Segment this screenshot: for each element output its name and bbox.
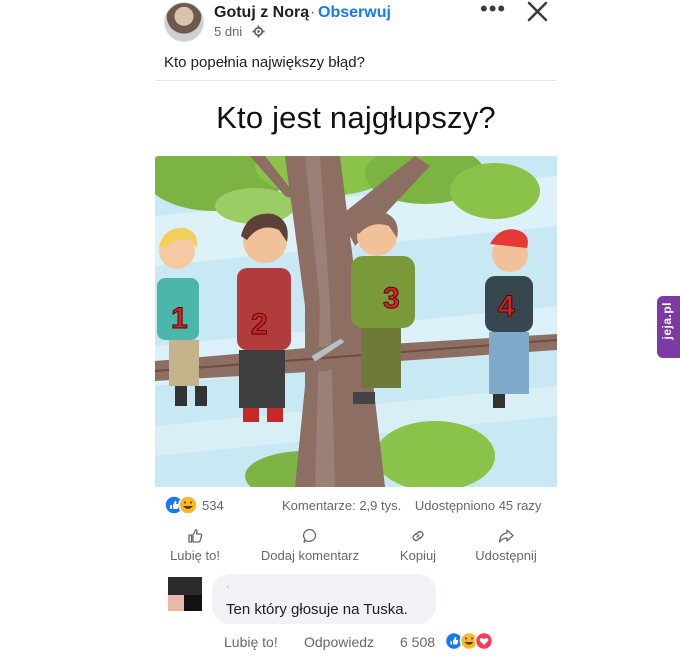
author-avatar[interactable] [164, 2, 204, 42]
follow-button[interactable]: Obserwuj [318, 4, 391, 22]
boy-number-1: 1 [171, 302, 188, 335]
boy-number-2: 2 [251, 308, 268, 341]
reaction-icons[interactable] [164, 495, 198, 515]
post-author-name[interactable]: Gotuj z Norą [214, 4, 309, 22]
shares-count[interactable]: Udostępniono 45 razy [415, 498, 541, 513]
link-icon [412, 530, 424, 542]
comment-button[interactable]: Dodaj komentarz [260, 528, 360, 563]
engagement-stats: Komentarze: 2,9 tys. Udostępniono 45 raz… [282, 498, 551, 513]
share-label: Udostępnij [475, 548, 537, 563]
post-image[interactable]: 1 2 3 4 [155, 156, 557, 487]
copy-label: Kopiuj [399, 548, 437, 563]
jeja-watermark: jeja.pl [657, 296, 680, 358]
boy-number-3: 3 [383, 282, 400, 315]
share-icon [498, 529, 514, 543]
thumbs-up-icon [188, 529, 203, 543]
comment-like-button[interactable]: Lubię to! [224, 634, 278, 650]
divider [155, 80, 557, 81]
comment-icon [302, 528, 317, 543]
comment-reaction-count[interactable]: 6 508 [400, 634, 435, 650]
header-separator: · [310, 4, 316, 21]
comment-label: Dodaj komentarz [260, 548, 360, 563]
comment-meta: · [226, 582, 229, 591]
comments-count[interactable]: Komentarze: 2,9 tys. [282, 498, 401, 513]
image-headline: Kto jest najgłupszy? [216, 100, 496, 135]
commenter-avatar[interactable] [164, 577, 202, 611]
like-label: Lubię to! [170, 548, 220, 563]
comment-reaction-icons[interactable] [445, 631, 493, 651]
share-button[interactable]: Udostępnij [456, 528, 556, 563]
more-options-button[interactable]: ••• [480, 0, 506, 20]
reaction-count[interactable]: 534 [202, 498, 224, 513]
tree-illustration: 1 2 3 4 [155, 156, 557, 487]
audience-gear-icon [252, 25, 265, 38]
comment-text: Ten który głosuje na Tuska. [226, 601, 408, 618]
watermark-text: jeja.pl [660, 302, 674, 340]
post-caption: Kto popełnia największy błąd? [164, 54, 365, 71]
boy-number-4: 4 [498, 290, 515, 323]
copy-button[interactable]: Kopiuj [368, 528, 468, 563]
close-icon[interactable] [524, 0, 552, 26]
like-button[interactable]: Lubię to! [145, 528, 245, 563]
post-timestamp[interactable]: 5 dni [214, 24, 242, 39]
comment-reply-button[interactable]: Odpowiedz [304, 634, 374, 650]
